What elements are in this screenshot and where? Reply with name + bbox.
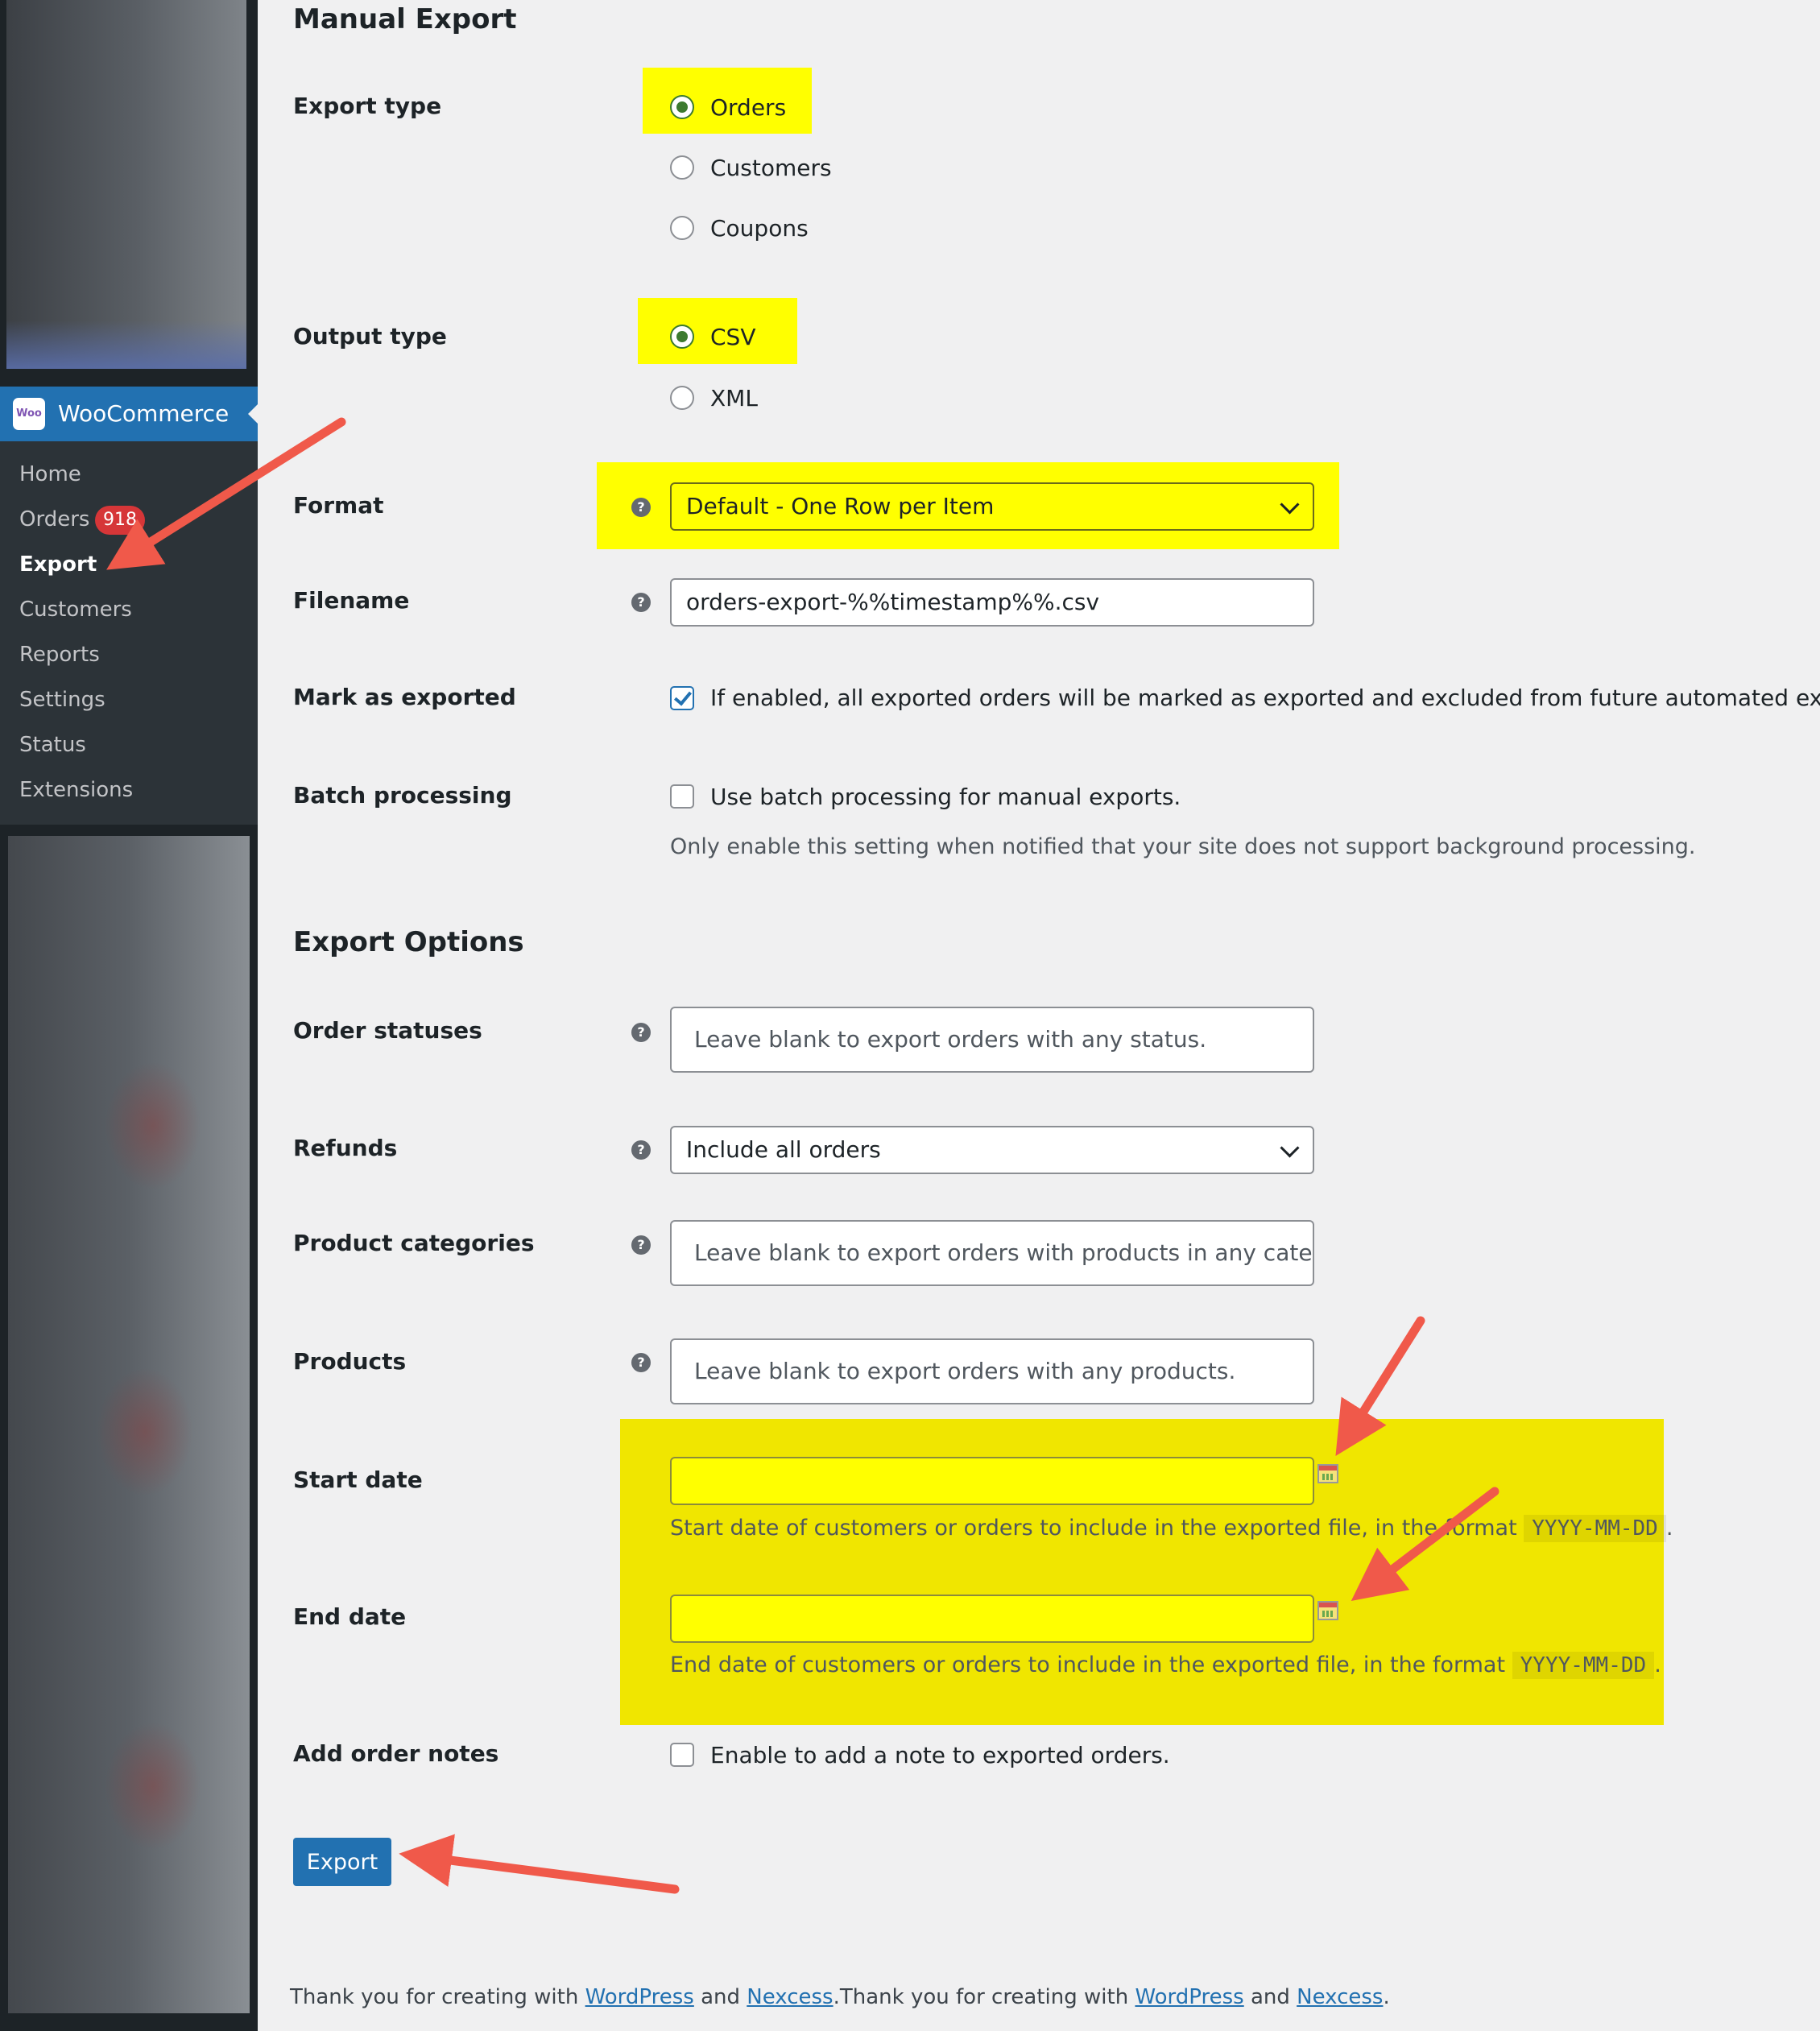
- arrow-to-export-menu: [106, 417, 346, 570]
- annotation-arrows: [106, 417, 1499, 1894]
- arrow-to-end-date: [1351, 1487, 1499, 1602]
- arrow-to-start-date: [1335, 1316, 1425, 1456]
- arrow-to-export-button: [399, 1834, 680, 1894]
